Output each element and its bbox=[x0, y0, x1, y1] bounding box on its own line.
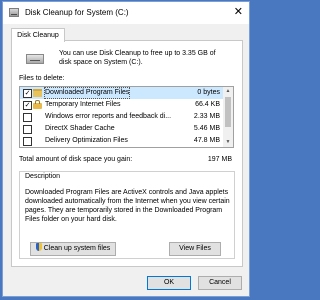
cancel-button[interactable]: Cancel bbox=[198, 276, 242, 290]
file-name: Temporary Internet Files bbox=[45, 101, 121, 108]
list-item[interactable]: ✓ Temporary Internet Files 66.4 KB bbox=[20, 99, 224, 111]
file-size: 2.33 MB bbox=[193, 113, 220, 120]
intro-text: You can use Disk Cleanup to free up to 3… bbox=[59, 50, 216, 66]
description-title: Description bbox=[23, 173, 63, 180]
checkbox[interactable]: ✓ bbox=[23, 89, 32, 98]
file-size: 5.46 MB bbox=[193, 125, 220, 132]
list-scrollbar[interactable]: ▲ ▼ bbox=[223, 87, 233, 147]
tab-disk-cleanup[interactable]: Disk Cleanup bbox=[11, 28, 65, 42]
file-name: DirectX Shader Cache bbox=[45, 125, 115, 132]
disk-cleanup-window: Disk Cleanup for System (C:) ✕ Disk Clea… bbox=[2, 1, 250, 297]
scroll-up-arrow-icon[interactable]: ▲ bbox=[223, 87, 233, 96]
total-space-value: 197 MB bbox=[207, 156, 232, 163]
file-name: Delivery Optimization Files bbox=[45, 137, 128, 144]
description-text: Downloaded Program Files are ActiveX con… bbox=[25, 189, 230, 223]
ok-button[interactable]: OK bbox=[147, 276, 191, 290]
files-to-delete-label: Files to delete: bbox=[19, 75, 65, 82]
checkbox[interactable]: ✓ bbox=[23, 101, 32, 110]
file-size: 0 bytes bbox=[197, 89, 220, 96]
clean-up-system-files-button[interactable]: Clean up system files bbox=[30, 242, 116, 256]
folder-icon bbox=[33, 89, 42, 97]
drive-cleanup-icon bbox=[9, 8, 19, 17]
checkbox[interactable] bbox=[23, 113, 32, 122]
total-space-label: Total amount of disk space you gain: bbox=[19, 156, 133, 163]
list-item[interactable]: DirectX Shader Cache 5.46 MB bbox=[20, 123, 224, 135]
checkbox[interactable] bbox=[23, 137, 32, 146]
lock-icon bbox=[33, 100, 42, 109]
files-list[interactable]: ✓ Downloaded Program Files 0 bytes ✓ Tem… bbox=[19, 86, 234, 148]
checkbox[interactable] bbox=[23, 125, 32, 134]
file-size: 66.4 KB bbox=[195, 101, 220, 108]
scroll-thumb[interactable] bbox=[225, 97, 231, 127]
view-files-button[interactable]: View Files bbox=[169, 242, 221, 256]
file-name: Downloaded Program Files bbox=[44, 87, 131, 99]
scroll-down-arrow-icon[interactable]: ▼ bbox=[223, 138, 233, 147]
list-item[interactable]: Windows error reports and feedback di...… bbox=[20, 111, 224, 123]
list-item[interactable]: Delivery Optimization Files 47.8 MB bbox=[20, 135, 224, 147]
clean-up-label: Clean up system files bbox=[43, 245, 111, 252]
hard-drive-icon bbox=[26, 51, 44, 65]
file-name: Windows error reports and feedback di... bbox=[45, 113, 172, 120]
disk-cleanup-panel: You can use Disk Cleanup to free up to 3… bbox=[11, 40, 243, 267]
list-item[interactable]: ✓ Downloaded Program Files 0 bytes bbox=[20, 87, 224, 99]
close-button[interactable]: ✕ bbox=[234, 5, 243, 19]
title-bar: Disk Cleanup for System (C:) ✕ bbox=[3, 2, 249, 24]
uac-shield-icon bbox=[35, 243, 42, 251]
window-title: Disk Cleanup for System (C:) bbox=[25, 8, 129, 17]
file-size: 47.8 MB bbox=[193, 137, 220, 144]
